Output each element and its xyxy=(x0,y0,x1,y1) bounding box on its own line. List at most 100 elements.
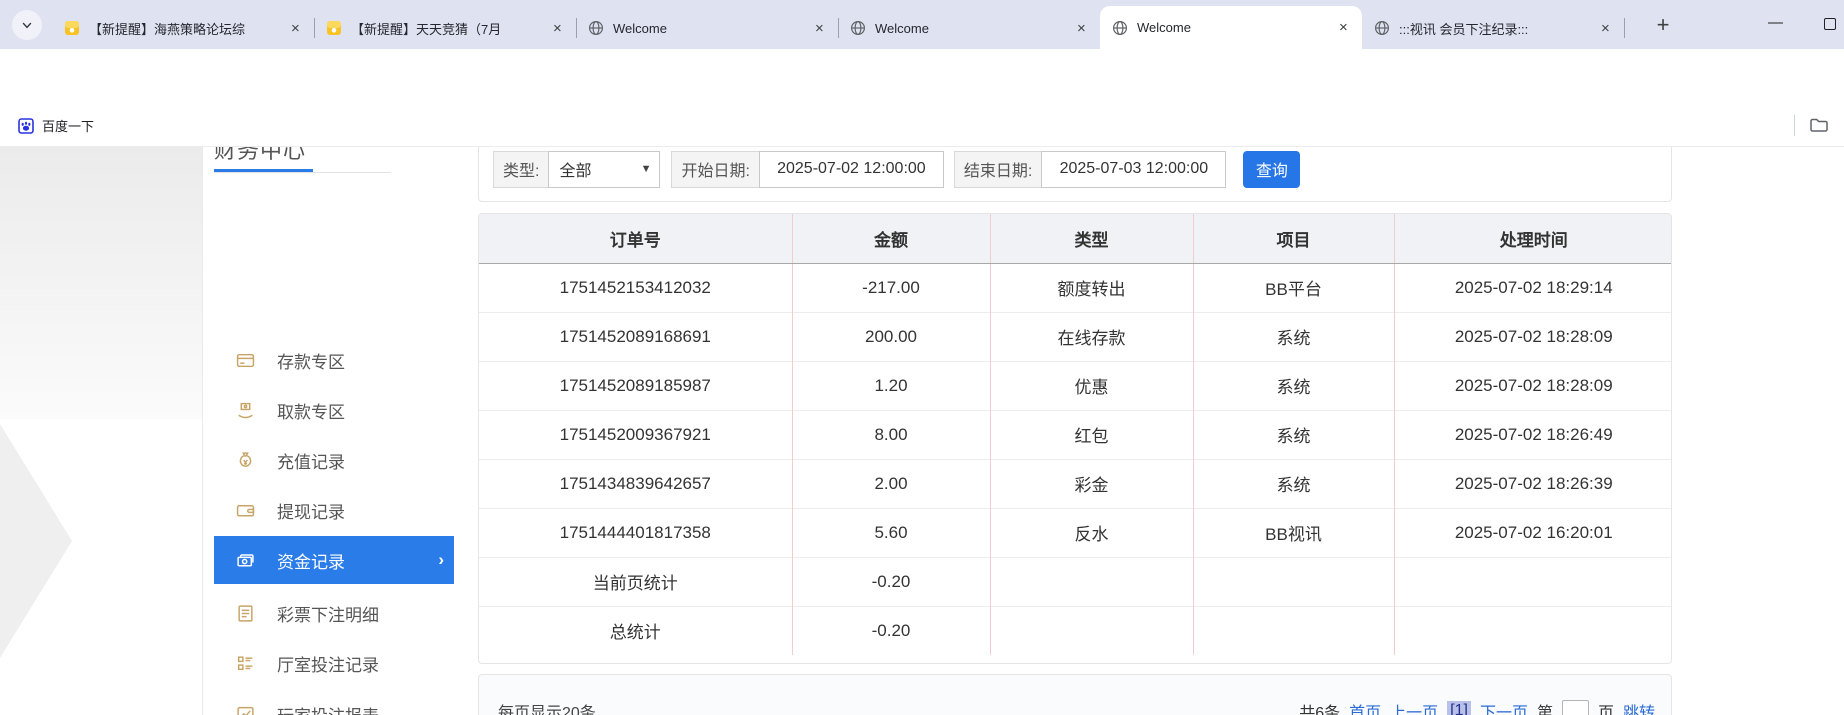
sidebar-underline-accent xyxy=(214,169,313,172)
table-cell xyxy=(990,557,1193,606)
sidebar-item-funds[interactable]: 资金记录 › xyxy=(214,536,454,584)
table-cell: 1751452009367921 xyxy=(479,410,792,459)
tab-close-icon[interactable]: × xyxy=(815,21,824,36)
browser-tab[interactable]: 【新提醒】天天竞猜（7月 × xyxy=(314,7,576,49)
start-date-label: 开始日期: xyxy=(671,151,759,188)
column-header: 处理时间 xyxy=(1394,214,1672,263)
sidebar-item-money-bag[interactable]: 充值记录 › xyxy=(214,436,454,484)
minimize-button[interactable]: — xyxy=(1768,14,1783,31)
tab-close-icon[interactable]: × xyxy=(1077,21,1086,36)
table-cell: 200.00 xyxy=(792,312,990,361)
table-cell: 8.00 xyxy=(792,410,990,459)
table-cell: 2.00 xyxy=(792,459,990,508)
tab-close-icon[interactable]: × xyxy=(1601,21,1610,36)
browser-tab[interactable]: Welcome × xyxy=(1100,6,1362,49)
globe-icon xyxy=(850,20,866,36)
jump-page-input[interactable] xyxy=(1562,700,1589,715)
table-cell: 优惠 xyxy=(990,361,1193,410)
table-cell: 1751452153412032 xyxy=(479,263,792,312)
prev-page-link[interactable]: 上一页 xyxy=(1390,699,1438,715)
sidebar-item-wallet[interactable]: 提现记录 › xyxy=(214,486,454,534)
tab-search-button[interactable] xyxy=(12,10,42,40)
tab-close-icon[interactable]: × xyxy=(291,21,300,36)
tab-close-icon[interactable]: × xyxy=(1339,20,1348,35)
table-cell: 1751434839642657 xyxy=(479,459,792,508)
jump-prefix-label: 第 xyxy=(1537,699,1553,715)
page-content: 财务中心 存款专区 › 取款专区 › 充值记录 › 提现记录 › 资金记录 › … xyxy=(0,147,1844,715)
folder-icon[interactable] xyxy=(1809,115,1829,135)
sidebar-item-label: 取款专区 xyxy=(277,398,345,423)
new-tab-button[interactable]: + xyxy=(1650,12,1676,38)
table-cell: 2025-07-02 16:20:01 xyxy=(1394,508,1672,557)
bookmark-baidu[interactable]: 百度一下 xyxy=(12,112,100,139)
sidebar-item-label: 彩票下注明细 xyxy=(277,601,379,626)
browser-tab[interactable]: :::视讯 会员下注纪录::: × xyxy=(1362,7,1624,49)
start-date-group: 开始日期: 2025-07-02 12:00:00 xyxy=(671,151,943,188)
tab-close-icon[interactable]: × xyxy=(553,21,562,36)
table-row: 17514444018173585.60反水BB视讯2025-07-02 16:… xyxy=(479,508,1672,557)
browser-tab[interactable]: 【新提醒】海燕策略论坛综 × xyxy=(52,7,314,49)
end-date-label: 结束日期: xyxy=(954,151,1042,188)
bookmarks-separator xyxy=(1794,115,1795,136)
browser-tab[interactable]: Welcome × xyxy=(838,7,1100,49)
jump-button[interactable]: 跳转 xyxy=(1623,699,1655,715)
background-band xyxy=(0,147,202,419)
next-page-link[interactable]: 下一页 xyxy=(1480,699,1528,715)
sidebar-item-label: 提现记录 xyxy=(277,498,345,523)
records-table: 订单号金额类型项目处理时间 1751452153412032-217.00额度转… xyxy=(479,214,1672,655)
chart-icon xyxy=(236,705,255,715)
sidebar-item-doc-list[interactable]: 彩票下注明细 › xyxy=(214,589,454,637)
maximize-button[interactable] xyxy=(1824,18,1836,30)
tab-strip-tabs: 【新提醒】海燕策略论坛综 × 【新提醒】天天竞猜（7月 × Welcome × … xyxy=(52,0,1625,49)
column-header: 项目 xyxy=(1193,214,1394,263)
table-row: 17514520891859871.20优惠系统2025-07-02 18:28… xyxy=(479,361,1672,410)
table-cell: 2025-07-02 18:28:09 xyxy=(1394,361,1672,410)
column-header: 类型 xyxy=(990,214,1193,263)
browser-window: 【新提醒】海燕策略论坛综 × 【新提醒】天天竞猜（7月 × Welcome × … xyxy=(0,0,1844,715)
browser-toolbar: ← → js13.cc/hhcp/usercenter.html?iniType… xyxy=(0,49,1844,104)
tab-strip: 【新提醒】海燕策略论坛综 × 【新提醒】天天竞猜（7月 × Welcome × … xyxy=(0,0,1844,49)
filter-row: 类型: 全部 ▼ 开始日期: 2025-07-02 12:00:00 结束日期:… xyxy=(493,150,1300,188)
forum-yellow-icon xyxy=(64,20,80,36)
table-cell xyxy=(1193,606,1394,655)
table-cell: 2025-07-02 18:26:49 xyxy=(1394,410,1672,459)
summary-row: 当前页统计-0.20 xyxy=(479,557,1672,606)
table-cell xyxy=(1394,606,1672,655)
table-cell: 反水 xyxy=(990,508,1193,557)
table-header-row: 订单号金额类型项目处理时间 xyxy=(479,214,1672,263)
globe-icon xyxy=(588,20,604,36)
type-filter-group: 类型: 全部 ▼ xyxy=(493,151,660,188)
sidebar-item-chart[interactable]: 玩家投注报表 › xyxy=(214,690,454,715)
browser-tab[interactable]: Welcome × xyxy=(576,7,838,49)
table-cell: 红包 xyxy=(990,410,1193,459)
table-cell: 1751452089185987 xyxy=(479,361,792,410)
table-row: 17514520093679218.00红包系统2025-07-02 18:26… xyxy=(479,410,1672,459)
forum-yellow-icon xyxy=(326,20,342,36)
records-table-panel: 订单号金额类型项目处理时间 1751452153412032-217.00额度转… xyxy=(478,213,1672,664)
tab-title: 【新提醒】天天竞猜（7月 xyxy=(351,19,547,38)
jump-suffix-label: 页 xyxy=(1598,699,1614,715)
type-select[interactable]: 全部 ▼ xyxy=(548,151,660,188)
summary-row: 总统计-0.20 xyxy=(479,606,1672,655)
first-page-link[interactable]: 首页 xyxy=(1349,699,1381,715)
table-cell: 5.60 xyxy=(792,508,990,557)
tab-title: Welcome xyxy=(613,21,809,36)
start-date-input[interactable]: 2025-07-02 12:00:00 xyxy=(759,151,944,188)
type-label: 类型: xyxy=(493,151,549,188)
chevron-right-icon: › xyxy=(438,550,444,570)
table-cell: BB视讯 xyxy=(1193,508,1394,557)
table-cell: 2025-07-02 18:28:09 xyxy=(1394,312,1672,361)
deposit-card-icon xyxy=(236,351,255,370)
sidebar-item-deposit-card[interactable]: 存款专区 › xyxy=(214,336,454,384)
globe-icon xyxy=(1374,20,1390,36)
table-cell: 1.20 xyxy=(792,361,990,410)
end-date-input[interactable]: 2025-07-03 12:00:00 xyxy=(1041,151,1226,188)
bookmark-label: 百度一下 xyxy=(42,116,94,135)
sidebar-item-withdraw-hand[interactable]: 取款专区 › xyxy=(214,386,454,434)
sidebar-item-list-squares[interactable]: 厅室投注记录 › xyxy=(214,639,454,687)
table-row: 17514348396426572.00彩金系统2025-07-02 18:26… xyxy=(479,459,1672,508)
filter-panel: 类型: 全部 ▼ 开始日期: 2025-07-02 12:00:00 结束日期:… xyxy=(478,147,1672,202)
search-button[interactable]: 查询 xyxy=(1243,151,1300,188)
pagination-panel: 每页显示20条 共6条 首页 上一页 [1] 下一页 第 页 跳转 xyxy=(478,674,1672,715)
sidebar-item-label: 充值记录 xyxy=(277,448,345,473)
